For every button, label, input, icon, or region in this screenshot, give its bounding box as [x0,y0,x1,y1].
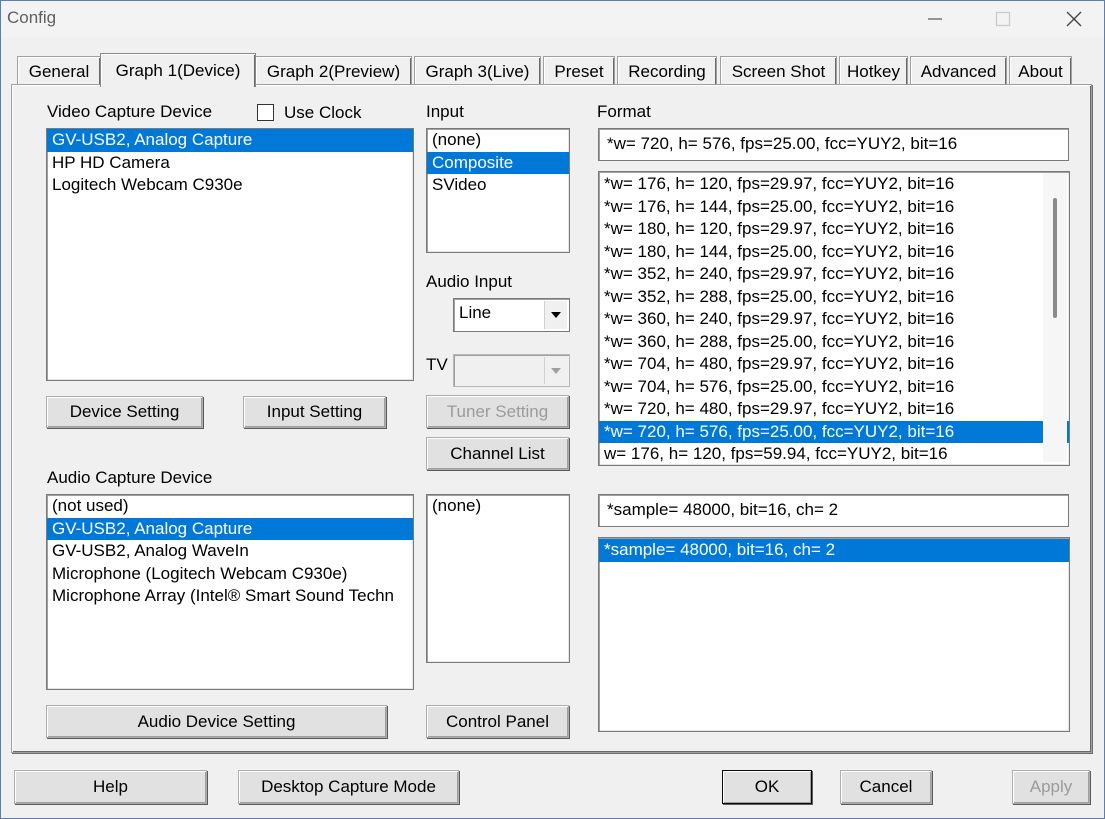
format-scroll-thumb[interactable] [1053,198,1057,318]
format-item[interactable]: *w= 704, h= 576, fps=25.00, fcc=YUY2, bi… [599,376,1069,399]
input-item[interactable]: (none) [427,129,569,152]
video-device-item[interactable]: Logitech Webcam C930e [47,174,413,197]
tab-advanced[interactable]: Advanced [910,56,1007,86]
format-item[interactable]: *w= 360, h= 240, fps=29.97, fcc=YUY2, bi… [599,308,1069,331]
tab-general[interactable]: General [17,56,101,86]
desktop-capture-mode-button[interactable]: Desktop Capture Mode [238,770,459,804]
video-device-item[interactable]: HP HD Camera [47,152,413,175]
tab-graph2-preview[interactable]: Graph 2(Preview) [255,56,412,86]
format-item[interactable]: *w= 704, h= 480, fps=29.97, fcc=YUY2, bi… [599,353,1069,376]
format-item[interactable]: *w= 176, h= 144, fps=25.00, fcc=YUY2, bi… [599,196,1069,219]
input-setting-button[interactable]: Input Setting [243,396,386,428]
audio-device-list[interactable]: (not used) GV-USB2, Analog Capture GV-USB2… [46,494,414,690]
tab-graph3-live[interactable]: Graph 3(Live) [414,56,541,86]
tab-about[interactable]: About [1009,56,1072,86]
tab-preset[interactable]: Preset [543,56,615,86]
tv-select[interactable] [453,354,570,387]
device-setting-button[interactable]: Device Setting [46,396,203,428]
tuner-setting-button[interactable]: Tuner Setting [426,395,569,428]
window-title: Config [7,8,57,27]
help-button[interactable]: Help [14,770,207,804]
input-item[interactable]: Composite [427,151,569,174]
tab-graph1-device[interactable]: Graph 1(Device) [100,53,256,87]
minimize-button[interactable] [912,0,958,38]
tab-recording[interactable]: Recording [617,56,717,86]
tab-screen-shot[interactable]: Screen Shot [720,56,837,86]
input-item[interactable]: SVideo [427,174,569,197]
use-clock-checkbox[interactable] [257,104,274,121]
channel-list-button[interactable]: Channel List [426,437,569,470]
maximize-button[interactable] [980,0,1026,38]
audio-device-item[interactable]: GV-USB2, Analog WaveIn [47,540,413,563]
active-tab-joint [101,84,253,87]
format-item[interactable]: *w= 180, h= 120, fps=29.97, fcc=YUY2, bi… [599,218,1069,241]
format-item[interactable]: *w= 180, h= 144, fps=25.00, fcc=YUY2, bi… [599,241,1069,264]
audio-input-label: Audio Input [426,272,513,291]
audio-device-setting-button[interactable]: Audio Device Setting [46,705,387,738]
format-item[interactable]: *w= 720, h= 480, fps=29.97, fcc=YUY2, bi… [599,398,1069,421]
audio-format-current-field[interactable]: *sample= 48000, bit=16, ch= 2 [598,494,1069,527]
tab-hotkey[interactable]: Hotkey [839,56,908,86]
format-list[interactable]: *w= 176, h= 120, fps=29.97, fcc=YUY2, bi… [598,171,1070,466]
audio-device-item[interactable]: Microphone Array (Intel® Smart Sound Tec… [47,585,413,608]
input-list[interactable]: (none) Composite SVideo [426,128,570,253]
video-capture-device-label: Video Capture Device [47,102,213,121]
tv-label: TV [426,355,448,374]
format-current-field[interactable]: *w= 720, h= 576, fps=25.00, fcc=YUY2, bi… [598,128,1069,161]
cancel-button[interactable]: Cancel [840,770,932,804]
audio-device-item[interactable]: (not used) [47,495,413,518]
format-item[interactable]: w= 176, h= 120, fps=59.94, fcc=YUY2, bit… [599,443,1069,465]
audio-input-list[interactable]: (none) [426,494,570,663]
dropdown-arrow-icon[interactable] [544,301,567,329]
use-clock-label: Use Clock [284,103,362,122]
format-label: Format [597,102,651,121]
input-label: Input [426,102,464,121]
maximize-icon [995,11,1011,27]
audio-capture-device-label: Audio Capture Device [47,468,213,487]
format-item[interactable]: *w= 176, h= 120, fps=29.97, fcc=YUY2, bi… [599,173,1069,196]
format-item[interactable]: *w= 352, h= 240, fps=29.97, fcc=YUY2, bi… [599,263,1069,286]
audio-format-item[interactable]: *sample= 48000, bit=16, ch= 2 [599,539,1069,562]
audio-input-item[interactable]: (none) [427,495,569,518]
audio-device-item[interactable]: Microphone (Logitech Webcam C930e) [47,563,413,586]
close-icon [1066,11,1082,27]
apply-button[interactable]: Apply [1012,770,1090,804]
minimize-icon [928,18,942,20]
audio-input-select[interactable]: Line [453,298,570,332]
control-panel-button[interactable]: Control Panel [426,705,569,738]
format-item[interactable]: *w= 360, h= 288, fps=25.00, fcc=YUY2, bi… [599,331,1069,354]
format-item[interactable]: *w= 352, h= 288, fps=25.00, fcc=YUY2, bi… [599,286,1069,309]
ok-button[interactable]: OK [722,770,812,804]
tv-dropdown-arrow-icon [544,357,567,384]
close-button[interactable] [1051,0,1097,38]
video-device-list[interactable]: GV-USB2, Analog Capture HP HD Camera Logit… [46,128,414,381]
format-item[interactable]: *w= 720, h= 576, fps=25.00, fcc=YUY2, bi… [599,420,1069,443]
audio-device-item[interactable]: GV-USB2, Analog Capture [47,517,413,540]
video-device-item[interactable]: GV-USB2, Analog Capture [47,129,413,152]
audio-input-value: Line [459,303,492,322]
audio-format-list[interactable]: *sample= 48000, bit=16, ch= 2 [598,537,1070,732]
